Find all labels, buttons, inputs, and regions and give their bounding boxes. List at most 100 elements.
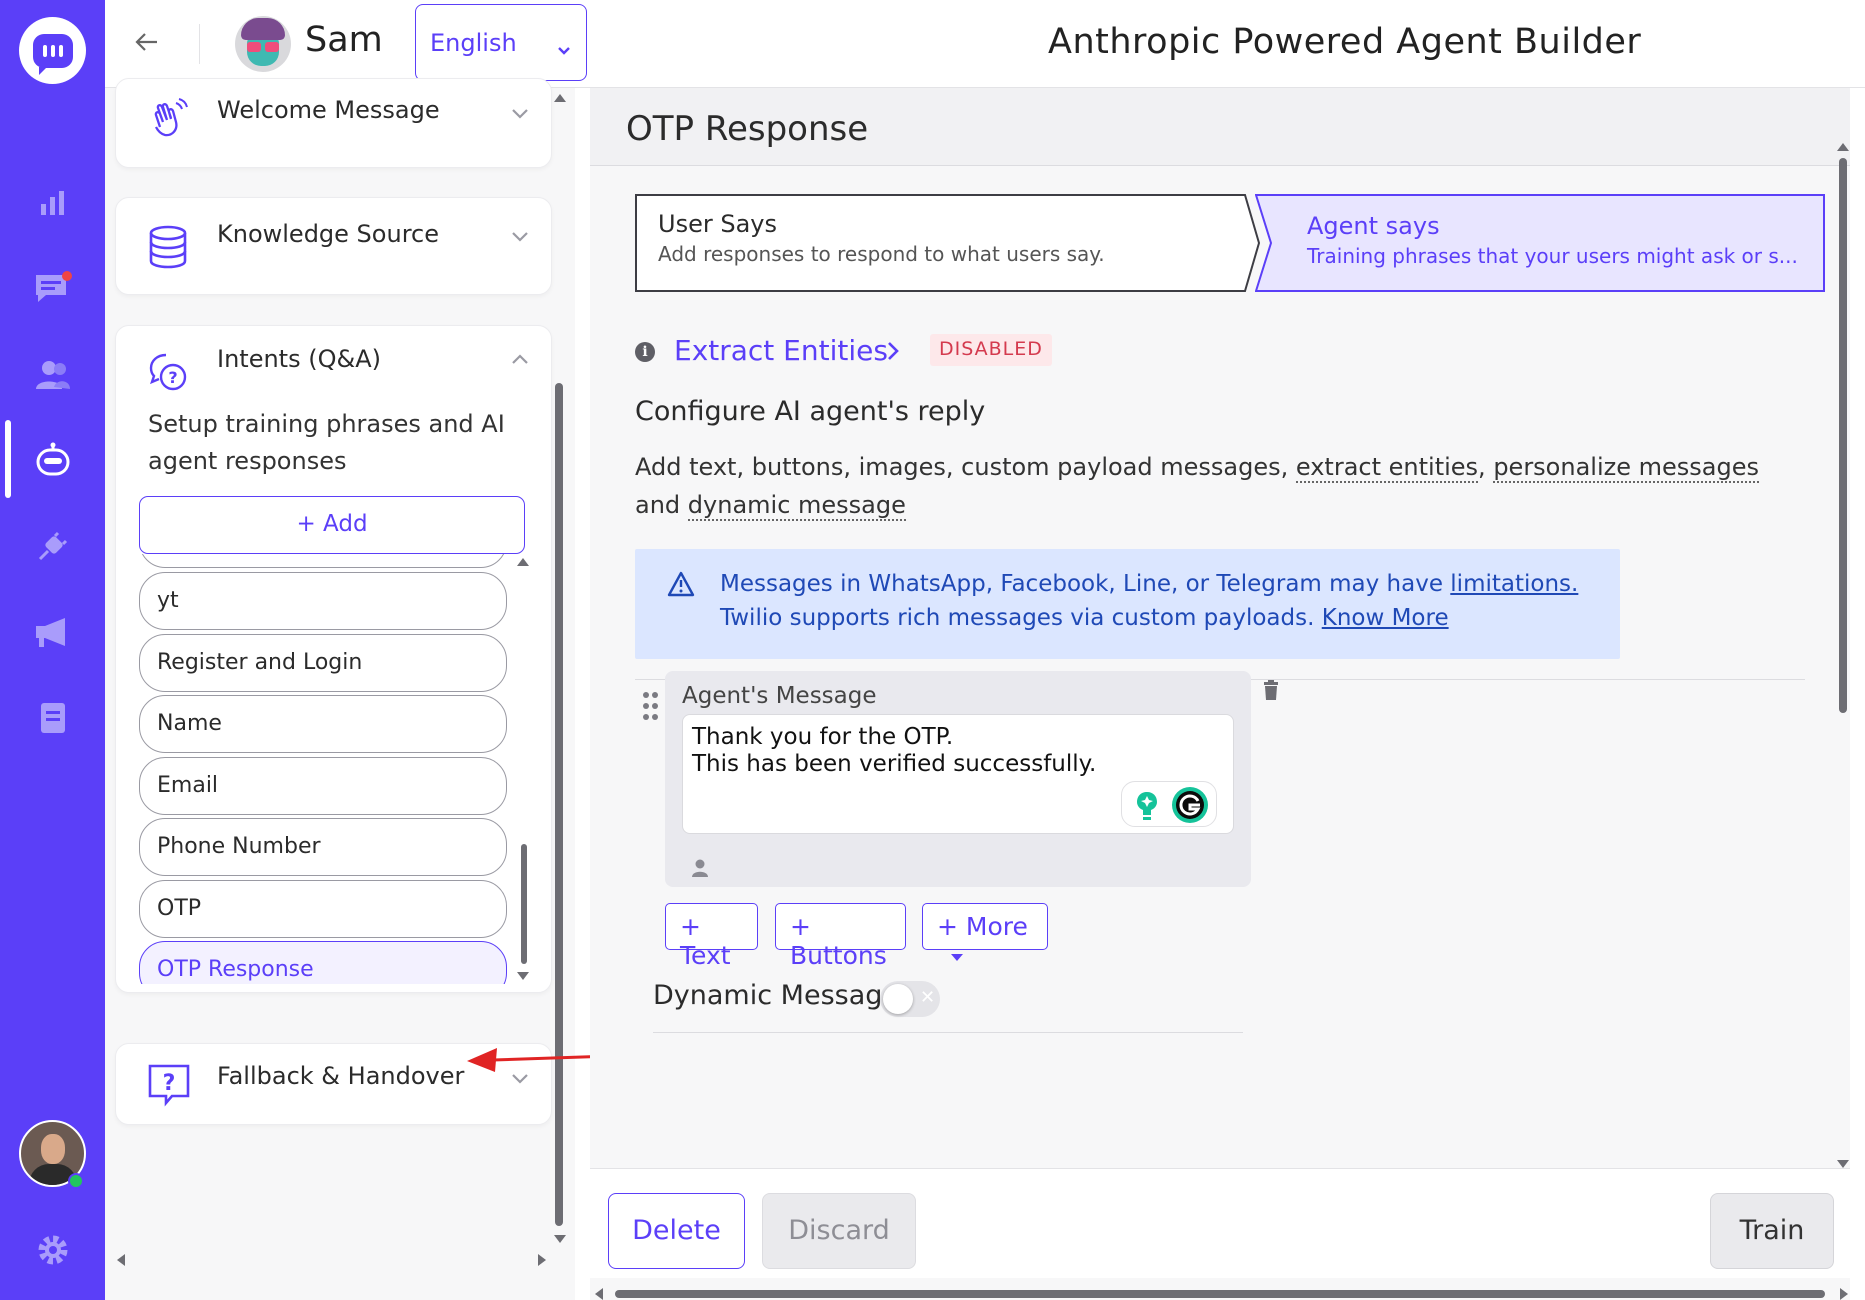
person-icon[interactable] bbox=[690, 858, 710, 882]
add-intent-button[interactable]: + Add bbox=[139, 496, 525, 554]
warning-icon bbox=[667, 571, 695, 601]
builder-sidebar: Welcome Message Knowledge Source ? Inten… bbox=[105, 78, 575, 1300]
intent-item-name[interactable]: Name bbox=[139, 695, 507, 753]
svg-text:?: ? bbox=[163, 1071, 176, 1096]
add-buttons-button[interactable]: + Buttons bbox=[775, 903, 906, 970]
left-nav-rail bbox=[0, 0, 105, 1300]
page-title: OTP Response bbox=[626, 109, 869, 149]
drag-handle-icon[interactable] bbox=[643, 692, 659, 722]
extract-entities-link[interactable]: Extract Entities bbox=[674, 334, 888, 367]
agent-message-card: Agent's Message Thank you for the OTP. T… bbox=[665, 671, 1251, 887]
main-scroll-right-icon[interactable] bbox=[1840, 1288, 1848, 1300]
delete-button[interactable]: Delete bbox=[608, 1193, 745, 1269]
train-button[interactable]: Train bbox=[1710, 1193, 1834, 1269]
language-value: English bbox=[430, 29, 517, 57]
tab-user-says-subtitle: Add responses to respond to what users s… bbox=[658, 242, 1105, 266]
configure-reply-description: Add text, buttons, images, custom payloa… bbox=[635, 453, 1759, 521]
close-icon: ✕ bbox=[920, 987, 936, 1008]
alert-line1-text: Messages in WhatsApp, Facebook, Line, or… bbox=[720, 571, 1443, 597]
docs-icon[interactable] bbox=[30, 695, 75, 740]
intent-item-register-login[interactable]: Register and Login bbox=[139, 634, 507, 692]
list-scroll-down-icon[interactable] bbox=[517, 972, 529, 980]
bot-avatar bbox=[235, 16, 291, 72]
chevron-down-icon[interactable] bbox=[508, 224, 532, 248]
chevron-down-icon[interactable] bbox=[508, 101, 532, 125]
welcome-message-title: Welcome Message bbox=[217, 96, 440, 124]
sidebar-scroll-right-icon[interactable] bbox=[538, 1254, 546, 1266]
intent-item-yt[interactable]: yt bbox=[139, 572, 507, 630]
intent-list-scrollbar[interactable] bbox=[521, 844, 527, 964]
question-box-icon: ? bbox=[146, 1062, 192, 1108]
intent-item-phone-number[interactable]: Phone Number bbox=[139, 818, 507, 876]
knowledge-source-section[interactable]: Knowledge Source bbox=[115, 197, 552, 295]
extract-entities-doc-link[interactable]: extract entities bbox=[1295, 453, 1479, 483]
main-scroll-left-icon[interactable] bbox=[595, 1288, 603, 1300]
back-arrow-icon[interactable] bbox=[131, 26, 163, 58]
chat-bubble-logo-icon[interactable] bbox=[19, 17, 86, 84]
add-more-dropdown[interactable]: + More bbox=[922, 903, 1048, 961]
main-horizontal-scrollbar-thumb[interactable] bbox=[615, 1290, 1825, 1298]
knowledge-source-title: Knowledge Source bbox=[217, 220, 439, 248]
intent-item-otp[interactable]: OTP bbox=[139, 880, 507, 938]
main-scroll-down-icon[interactable] bbox=[1837, 1160, 1849, 1168]
intent-item-email[interactable]: Email bbox=[139, 757, 507, 815]
welcome-message-section[interactable]: Welcome Message bbox=[115, 78, 552, 168]
intent-item-otp-response[interactable]: OTP Response bbox=[139, 941, 507, 984]
users-icon[interactable] bbox=[30, 352, 75, 397]
language-select[interactable]: English bbox=[415, 4, 587, 81]
intent-editor: OTP Response User Says Add responses to … bbox=[590, 88, 1850, 1300]
integrations-icon[interactable] bbox=[30, 523, 75, 568]
main-vertical-scrollbar[interactable] bbox=[1839, 158, 1847, 713]
main-scroll-up-icon[interactable] bbox=[1837, 143, 1849, 151]
personalize-messages-doc-link[interactable]: personalize messages bbox=[1493, 453, 1759, 483]
alert-line2-text: Twilio supports rich messages via custom… bbox=[720, 605, 1315, 631]
fallback-handover-title: Fallback & Handover bbox=[217, 1062, 465, 1090]
sidebar-scroll-down-icon[interactable] bbox=[554, 1235, 566, 1243]
top-bar: Sam English Anthropic Powered Agent Buil… bbox=[105, 0, 1865, 88]
main-horizontal-scrollbar bbox=[595, 1288, 1855, 1300]
chevron-up-icon[interactable] bbox=[508, 348, 532, 372]
say-tabs: User Says Add responses to respond to wh… bbox=[635, 194, 1835, 292]
chevron-down-icon bbox=[556, 35, 572, 63]
sidebar-scroll-left-icon[interactable] bbox=[117, 1254, 125, 1266]
message-line-1: Thank you for the OTP. bbox=[692, 724, 954, 750]
svg-text:?: ? bbox=[168, 368, 177, 387]
conversations-icon[interactable] bbox=[30, 266, 75, 311]
gear-icon[interactable] bbox=[30, 1227, 75, 1272]
limitations-link[interactable]: limitations. bbox=[1450, 571, 1578, 597]
page-header: OTP Response bbox=[590, 88, 1850, 166]
intents-description: Setup training phrases and AI agent resp… bbox=[148, 410, 505, 475]
bot-icon[interactable] bbox=[30, 437, 75, 482]
alert-text: Messages in WhatsApp, Facebook, Line, or… bbox=[720, 567, 1578, 635]
extract-entities-row: i Extract Entities DISABLED bbox=[635, 334, 1235, 374]
add-text-button[interactable]: + Text bbox=[665, 903, 758, 970]
tab-agent-says-subtitle: Training phrases that your users might a… bbox=[1307, 244, 1798, 268]
bot-name: Sam bbox=[305, 20, 383, 60]
intents-title: Intents (Q&A) bbox=[217, 345, 381, 373]
caret-down-icon bbox=[951, 953, 963, 961]
discard-button[interactable]: Discard bbox=[762, 1193, 916, 1269]
database-icon bbox=[146, 224, 192, 270]
tab-user-says[interactable]: User Says Add responses to respond to wh… bbox=[635, 194, 1260, 292]
dynamic-message-toggle[interactable]: ✕ bbox=[880, 981, 940, 1017]
sidebar-vertical-scrollbar[interactable] bbox=[555, 383, 563, 1226]
configure-reply-title: Configure AI agent's reply bbox=[635, 396, 986, 427]
channel-limitations-alert: Messages in WhatsApp, Facebook, Line, or… bbox=[635, 549, 1620, 659]
analytics-icon[interactable] bbox=[30, 180, 75, 225]
list-item[interactable] bbox=[139, 554, 507, 568]
list-scroll-up-icon[interactable] bbox=[517, 558, 529, 566]
intent-list: yt Register and Login Name Email Phone N… bbox=[116, 554, 553, 984]
tab-user-says-title: User Says bbox=[658, 210, 777, 238]
trash-icon[interactable] bbox=[1263, 680, 1279, 704]
chevron-right-icon[interactable] bbox=[885, 340, 901, 366]
toggle-knob bbox=[883, 984, 913, 1014]
agent-message-textarea[interactable]: Thank you for the OTP. This has been ver… bbox=[682, 714, 1234, 834]
know-more-link[interactable]: Know More bbox=[1322, 605, 1449, 631]
dynamic-message-doc-link[interactable]: dynamic message bbox=[687, 491, 906, 521]
campaigns-icon[interactable] bbox=[30, 609, 75, 654]
sidebar-scroll-up-icon[interactable] bbox=[554, 94, 566, 102]
question-chat-icon: ? bbox=[146, 349, 192, 395]
tab-agent-says[interactable]: Agent says Training phrases that your us… bbox=[1255, 194, 1825, 292]
config-desc-prefix: Add text, buttons, images, custom payloa… bbox=[635, 453, 1289, 481]
grammarly-widget[interactable] bbox=[1121, 781, 1217, 827]
